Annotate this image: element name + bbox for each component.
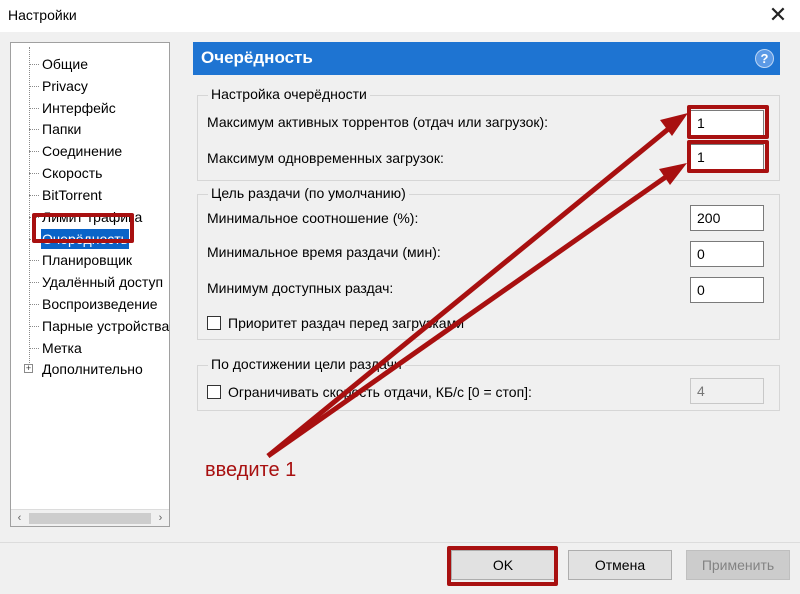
expand-plus-icon[interactable]: + (24, 364, 33, 373)
highlight-max-downloads (687, 140, 769, 173)
min-ratio-label: Минимальное соотношение (%): (207, 210, 419, 226)
tree-item-label: Воспроизведение (42, 296, 158, 312)
highlight-ok-button (447, 546, 558, 586)
group-title: Цель раздачи (по умолчанию) (208, 185, 409, 201)
min-time-label: Минимальное время раздачи (мин): (207, 244, 441, 260)
tree-item-label: Парные устройства (42, 318, 170, 334)
tree-item-label: Метка (42, 340, 82, 356)
max-downloads-label: Максимум одновременных загрузок: (207, 150, 444, 166)
group-title: По достижении цели раздачи (208, 356, 405, 372)
section-title: Очерёдность (201, 48, 313, 67)
tree-item-label: Privacy (42, 78, 88, 94)
max-active-label: Максимум активных торрентов (отдач или з… (207, 114, 549, 130)
tree-item-label: BitTorrent (42, 187, 102, 203)
tree-item-label: Планировщик (42, 252, 133, 268)
priority-checkbox[interactable] (207, 316, 221, 330)
settings-tree: Общие Privacy Интерфейс Папки Соединение… (10, 42, 170, 527)
min-ratio-input[interactable] (690, 205, 764, 231)
highlight-queue-tree-item (32, 213, 134, 243)
min-seeds-input[interactable] (690, 277, 764, 303)
help-icon[interactable]: ? (755, 49, 774, 68)
min-seeds-label: Минимум доступных раздач: (207, 280, 394, 296)
cancel-button[interactable]: Отмена (568, 550, 672, 580)
highlight-max-active (687, 105, 769, 139)
tree-item-label: Общие (42, 56, 89, 72)
scroll-right-icon[interactable]: › (152, 510, 169, 526)
close-icon[interactable]: ✕ (764, 2, 792, 28)
group-title: Настройка очерёдности (208, 86, 370, 102)
tree-item-label: Интерфейс (42, 100, 116, 116)
priority-label: Приоритет раздач перед загрузками (228, 315, 465, 331)
footer-separator (0, 542, 800, 543)
tree-item-label: Дополнительно (42, 361, 143, 377)
limit-upload-label: Ограничивать скорость отдачи, КБ/с [0 = … (228, 384, 532, 400)
tree-horizontal-scrollbar[interactable]: ‹ › (11, 509, 169, 526)
tree-item-label: Папки (42, 121, 82, 137)
apply-button[interactable]: Применить (686, 550, 790, 580)
tree-guide-line (29, 47, 30, 367)
section-header: Очерёдность ? (193, 42, 780, 75)
limit-upload-checkbox[interactable] (207, 385, 221, 399)
scroll-left-icon[interactable]: ‹ (11, 510, 28, 526)
title-bar: Настройки ✕ (0, 0, 800, 32)
tree-item-label: Удалённый доступ (42, 274, 164, 290)
window-title: Настройки (8, 7, 77, 23)
min-time-input[interactable] (690, 241, 764, 267)
tree-item-label: Скорость (42, 165, 103, 181)
scroll-thumb[interactable] (29, 513, 151, 524)
limit-upload-input[interactable] (690, 378, 764, 404)
tree-item-label: Соединение (42, 143, 123, 159)
dialog-body: Общие Privacy Интерфейс Папки Соединение… (0, 32, 800, 594)
annotation-text: введите 1 (205, 459, 297, 481)
